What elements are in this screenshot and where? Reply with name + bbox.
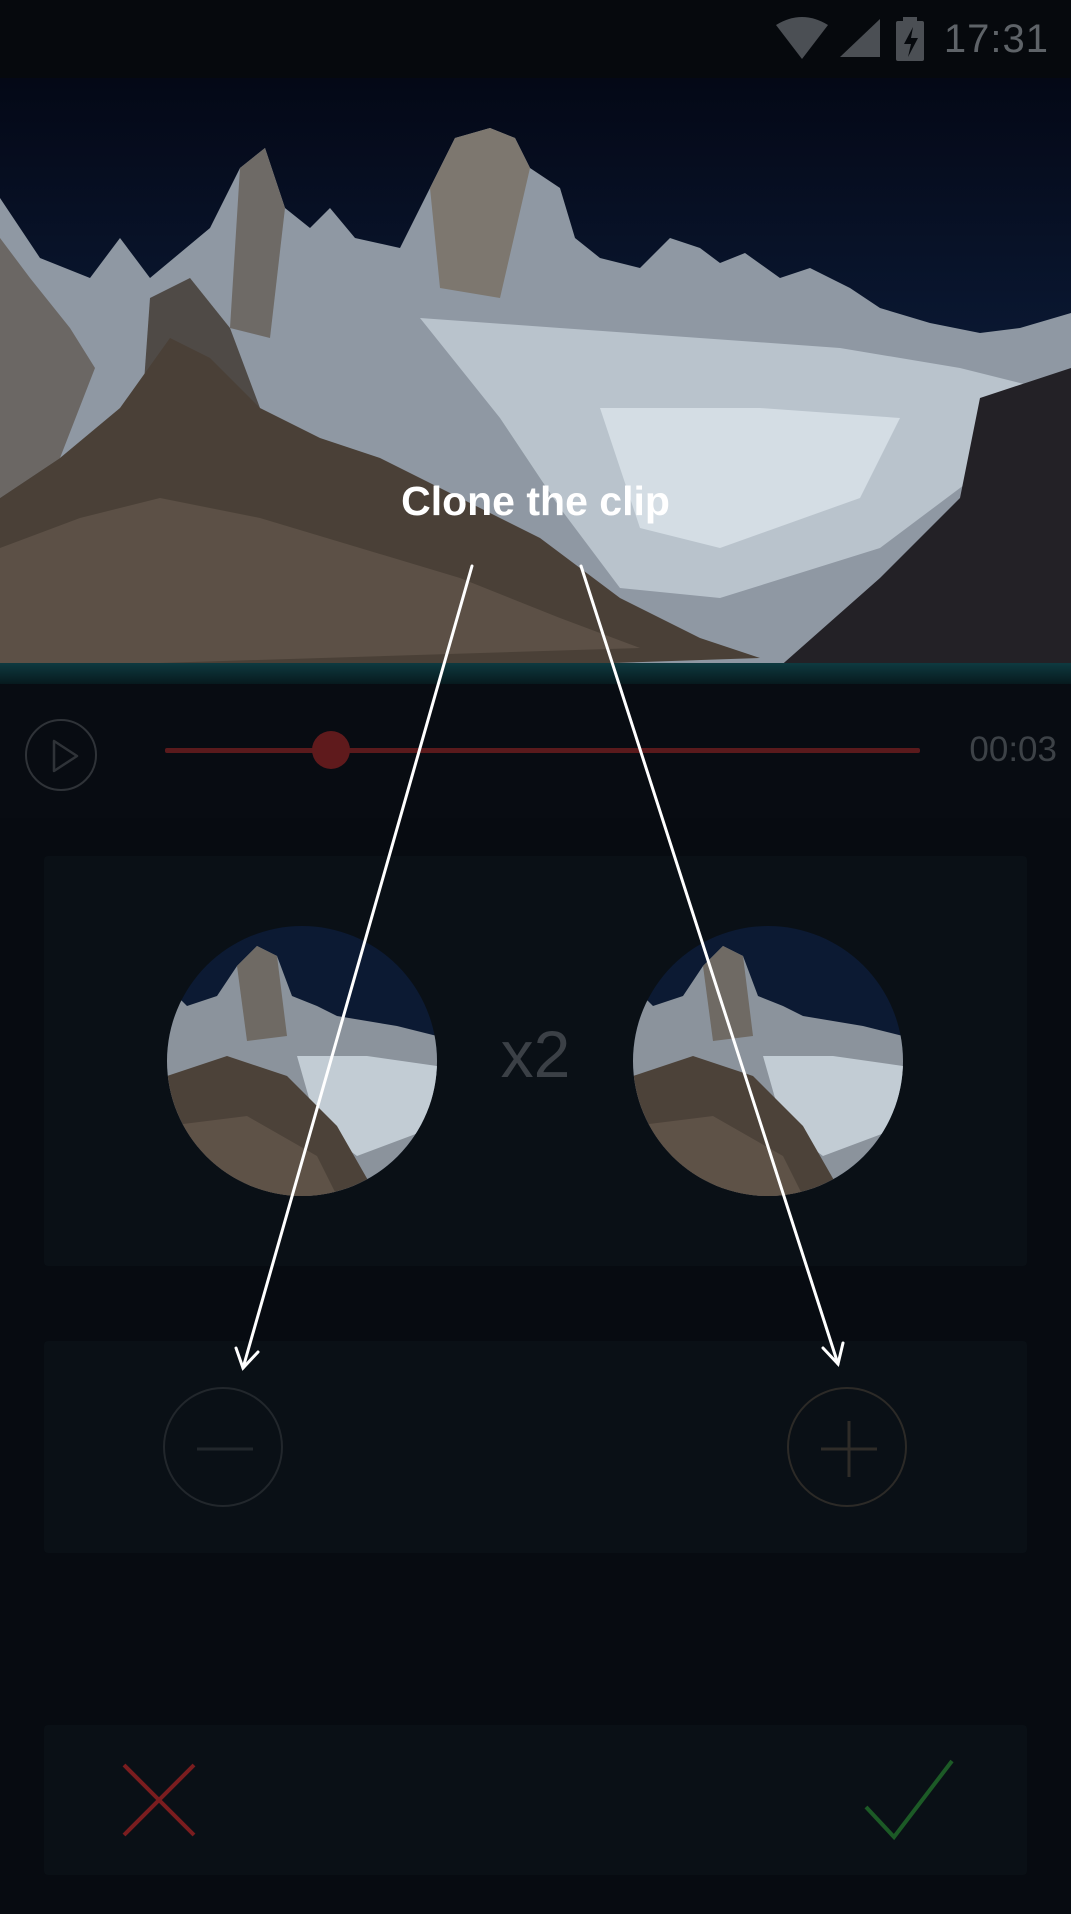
check-icon bbox=[864, 1759, 954, 1841]
seek-thumb[interactable] bbox=[312, 731, 351, 769]
wifi-icon bbox=[775, 17, 828, 59]
mountain-photo bbox=[0, 78, 1071, 684]
clone-preview-panel: x2 bbox=[44, 856, 1027, 1266]
battery-charging-icon bbox=[895, 17, 924, 61]
plus-icon bbox=[821, 1421, 877, 1477]
status-icons: 17:31 bbox=[774, 0, 1071, 78]
video-preview[interactable] bbox=[0, 78, 1071, 684]
status-time: 17:31 bbox=[943, 16, 1049, 61]
signal-icon bbox=[839, 19, 880, 57]
minus-icon bbox=[197, 1447, 253, 1451]
clone-clip-screen: 17:31 00:03 x2 Clone the clip bbox=[0, 0, 1071, 1914]
confirm-button[interactable] bbox=[864, 1755, 954, 1845]
tutorial-hint: Clone the clip bbox=[401, 478, 670, 524]
close-icon bbox=[122, 1763, 196, 1837]
play-icon bbox=[52, 739, 79, 773]
status-bar: 17:31 bbox=[0, 0, 1071, 78]
increase-button[interactable] bbox=[787, 1387, 907, 1507]
seek-bar[interactable] bbox=[165, 731, 920, 769]
player-controls: 00:03 bbox=[0, 684, 1071, 818]
clone-count-stepper bbox=[44, 1341, 1027, 1553]
action-bar bbox=[44, 1725, 1027, 1875]
clip-thumbnail-clone bbox=[633, 926, 903, 1196]
cancel-button[interactable] bbox=[114, 1755, 204, 1845]
decrease-button[interactable] bbox=[163, 1387, 283, 1507]
elapsed-time: 00:03 bbox=[969, 730, 1057, 769]
play-button[interactable] bbox=[25, 719, 97, 791]
